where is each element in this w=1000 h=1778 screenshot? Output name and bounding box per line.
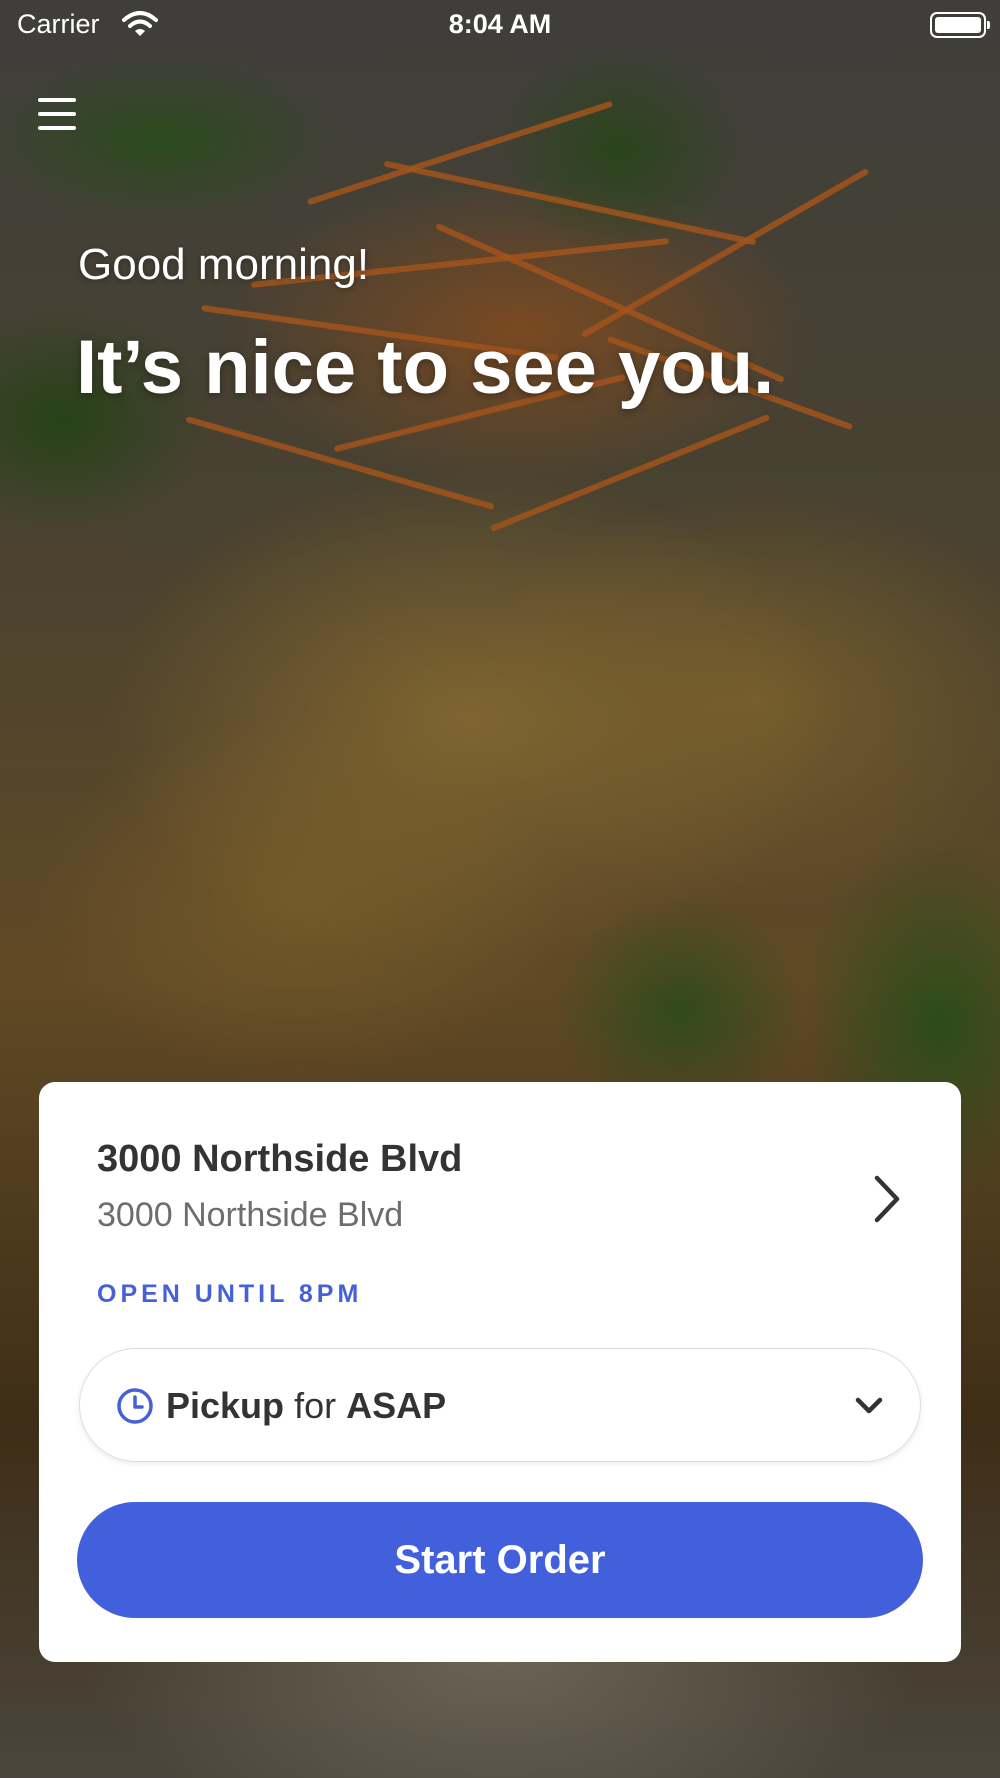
status-bar: Carrier 8:04 AM <box>0 0 1000 52</box>
welcome-headline: It’s nice to see you. <box>76 325 775 410</box>
location-card: 3000 Northside Blvd 3000 Northside Blvd … <box>39 1082 961 1662</box>
hours-label: OPEN UNTIL 8PM <box>97 1280 363 1308</box>
chevron-down-icon <box>854 1395 884 1417</box>
battery-icon <box>930 12 990 38</box>
status-time: 8:04 AM <box>448 9 552 39</box>
chevron-right-icon[interactable] <box>869 1172 905 1226</box>
location-name[interactable]: 3000 Northside Blvd <box>97 1138 462 1181</box>
start-order-button[interactable]: Start Order <box>77 1502 923 1618</box>
pickup-mode: Pickup <box>166 1385 285 1426</box>
pickup-time: ASAP <box>346 1385 447 1426</box>
pickup-time-selector[interactable]: Pickup for ASAP <box>79 1348 921 1462</box>
hamburger-menu-icon[interactable] <box>36 94 80 134</box>
clock-icon <box>116 1387 154 1425</box>
pickup-summary: Pickup for ASAP <box>166 1385 446 1427</box>
greeting-text: Good morning! <box>78 240 370 289</box>
location-address: 3000 Northside Blvd <box>97 1196 404 1234</box>
pickup-connector: for <box>294 1385 337 1426</box>
